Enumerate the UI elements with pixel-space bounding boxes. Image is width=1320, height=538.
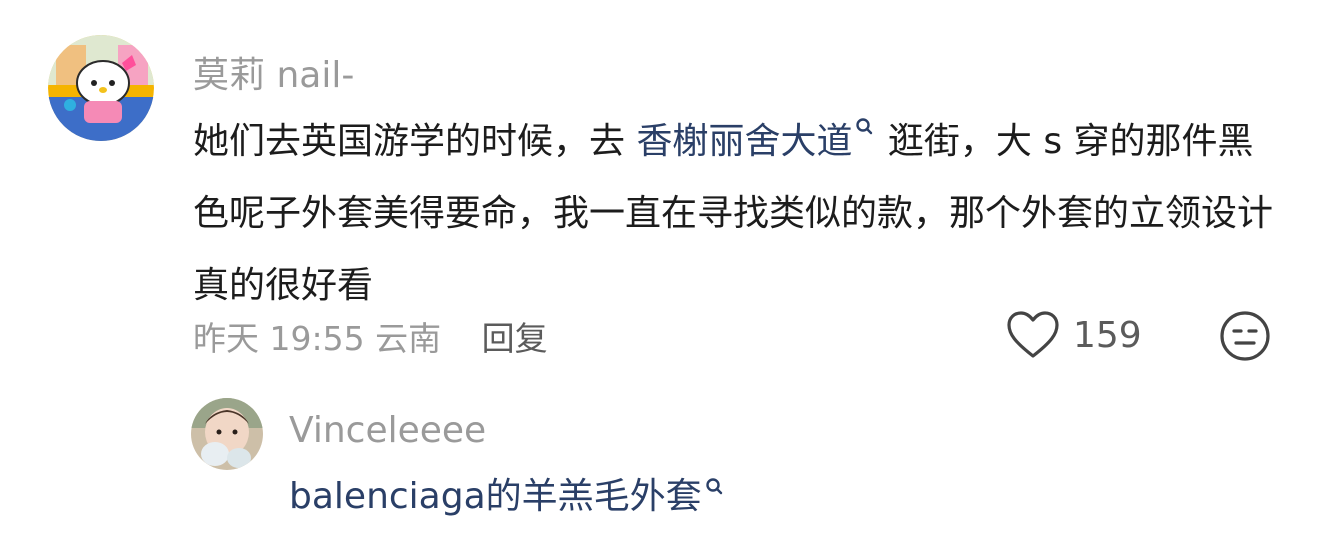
search-icon[interactable] — [854, 116, 876, 138]
like-count: 159 — [1073, 314, 1142, 356]
comment-meta: 昨天 19:55 云南 回复 — [193, 312, 548, 360]
reply-username[interactable]: Vinceleeee — [289, 410, 486, 451]
comment-search-link[interactable]: 香榭丽舍大道 — [636, 118, 876, 162]
comment-text: 她们去英国游学的时候，去 香榭丽舍大道 逛街，大 s 穿的那件黑色呢子外套美得要… — [193, 106, 1273, 322]
heart-icon[interactable] — [1005, 310, 1061, 360]
comment-time: 昨天 19:55 — [193, 319, 365, 358]
emoji-button[interactable] — [1218, 309, 1272, 363]
reply-text: balenciaga的羊羔毛外套 — [289, 466, 726, 528]
reply-search-link-text[interactable]: balenciaga的羊羔毛外套 — [289, 476, 702, 517]
comment-search-link-text[interactable]: 香榭丽舍大道 — [636, 121, 852, 162]
search-icon[interactable] — [704, 476, 726, 498]
reply-search-link[interactable]: balenciaga的羊羔毛外套 — [289, 476, 726, 517]
emoji-icon[interactable] — [1218, 309, 1272, 363]
comment-location: 云南 — [375, 319, 442, 358]
like-button[interactable]: 159 — [1005, 307, 1142, 363]
reply-button[interactable]: 回复 — [482, 319, 548, 358]
comment-text-before: 她们去英国游学的时候，去 — [193, 121, 637, 162]
avatar-main-user[interactable] — [48, 35, 154, 141]
comment-username[interactable]: 莫莉 nail- — [193, 46, 354, 98]
avatar-reply-user[interactable] — [191, 398, 263, 470]
